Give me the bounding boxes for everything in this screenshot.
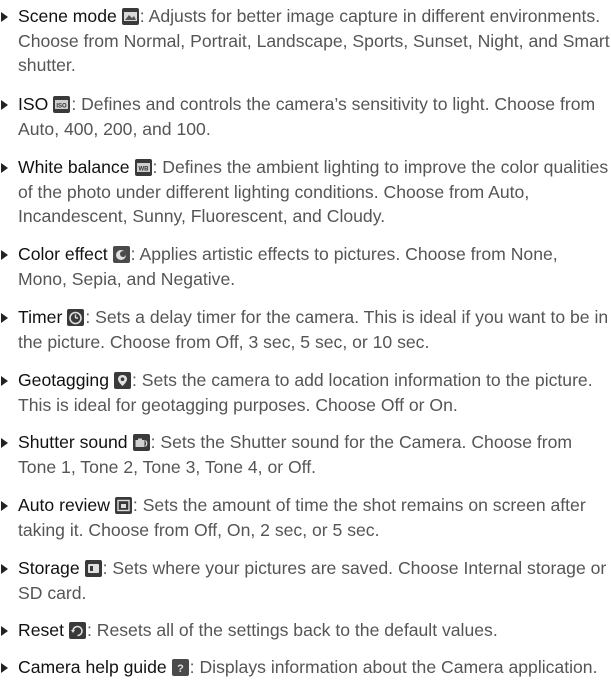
timer-icon: [67, 309, 85, 326]
list-item-white-balance: White balance WB: Defines the ambient lig…: [0, 155, 611, 229]
reset-icon: [68, 622, 86, 639]
bullet-arrow-icon: [1, 163, 8, 173]
item-term: Color effect: [18, 244, 108, 264]
item-description: : Sets a delay timer for the camera. Thi…: [18, 307, 609, 352]
item-description: : Displays information about the Camera …: [189, 657, 598, 677]
item-term: Auto review: [18, 495, 110, 515]
list-item-reset: Reset : Resets all of the settings back t…: [0, 618, 611, 643]
list-item-color-effect: Color effect: Applies artistic effects t…: [0, 242, 611, 291]
list-item-timer: Timer: Sets a delay timer for the camera…: [0, 305, 611, 354]
geotagging-icon: [113, 372, 131, 389]
item-term: Shutter sound: [18, 432, 128, 452]
list-item-iso: ISO ISO: Defines and controls the camera’…: [0, 92, 611, 141]
bullet-arrow-icon: [1, 438, 8, 448]
svg-text:ISO: ISO: [57, 104, 68, 110]
list-item-camera-help-guide: Camera help guide? : Displays information…: [0, 655, 611, 680]
item-term: Scene mode: [18, 6, 117, 26]
bullet-arrow-icon: [1, 376, 8, 386]
item-term: Storage: [18, 558, 80, 578]
camera-help-guide-icon: ?: [171, 659, 189, 676]
bullet-arrow-icon: [1, 626, 8, 636]
list-item-storage: Storage: Sets where your pictures are sa…: [0, 556, 611, 605]
item-term: Timer: [18, 307, 63, 327]
item-term: Reset: [18, 620, 64, 640]
white-balance-icon: WB: [134, 159, 152, 176]
bullet-arrow-icon: [1, 250, 8, 260]
list-item-scene-mode: Scene mode: Adjusts for better image cap…: [0, 4, 611, 78]
list-item-auto-review: Auto review: Sets the amount of time the…: [0, 493, 611, 542]
bullet-arrow-icon: [1, 501, 8, 511]
list-item-geotagging: Geotagging: Sets the camera to add locat…: [0, 368, 611, 417]
storage-icon: [84, 560, 102, 577]
item-description: : Sets where your pictures are saved. Ch…: [18, 558, 607, 603]
bullet-arrow-icon: [1, 12, 8, 22]
item-term: ISO: [18, 94, 49, 114]
color-effect-icon: [112, 246, 130, 263]
auto-review-icon: [114, 497, 132, 514]
item-description: : Defines and controls the camera’s sens…: [18, 94, 596, 139]
svg-text:WB: WB: [138, 167, 149, 173]
iso-icon: ISO: [53, 96, 71, 113]
scene-mode-icon: [121, 8, 139, 25]
bullet-arrow-icon: [1, 564, 8, 574]
camera-settings-list: Scene mode: Adjusts for better image cap…: [0, 0, 611, 692]
item-term: Camera help guide: [18, 657, 167, 677]
item-term: White balance: [18, 157, 130, 177]
item-description: : Resets all of the settings back to the…: [86, 620, 498, 640]
list-item-shutter-sound: Shutter sound: Sets the Shutter sound fo…: [0, 430, 611, 479]
bullet-arrow-icon: [1, 100, 8, 110]
bullet-arrow-icon: [1, 313, 8, 323]
svg-text:?: ?: [177, 663, 184, 675]
item-term: Geotagging: [18, 370, 109, 390]
shutter-sound-icon: [132, 434, 150, 451]
bullet-arrow-icon: [1, 663, 8, 673]
